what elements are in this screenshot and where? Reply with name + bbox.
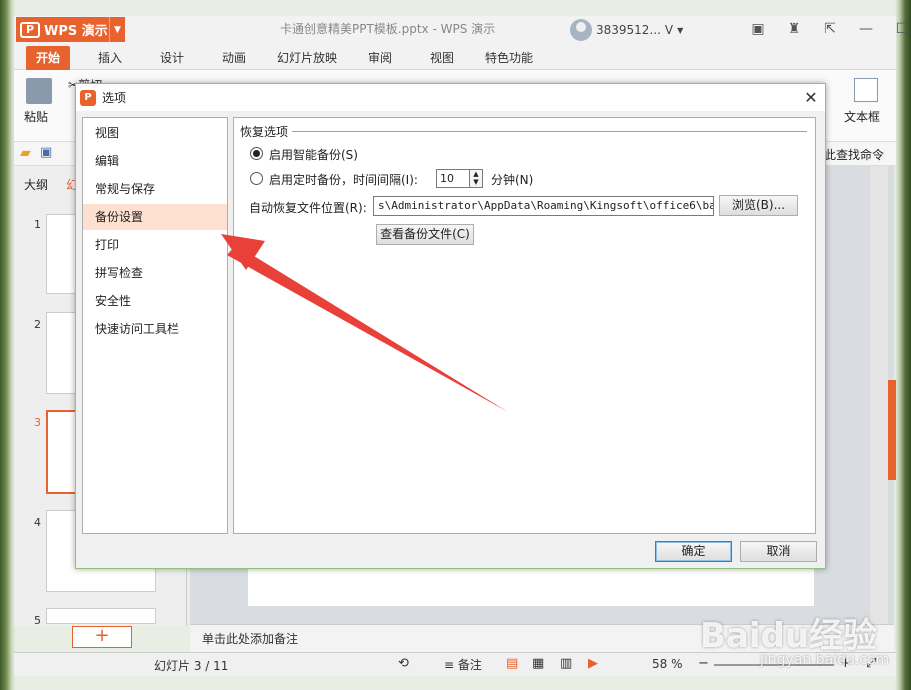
slide-number: 2 — [34, 318, 41, 331]
sorter-view-icon[interactable]: ▦ — [532, 656, 544, 671]
wps-menu-button[interactable]: P WPS 演示 ▼ — [16, 17, 125, 42]
nav-item-backup[interactable]: 备份设置 — [83, 204, 227, 230]
tab-home[interactable]: 开始 — [26, 46, 71, 70]
nav-item-spellcheck[interactable]: 拼写检查 — [83, 260, 227, 286]
textbox-label[interactable]: 文本框 — [844, 108, 880, 125]
chevron-down-icon[interactable]: ▼ — [677, 26, 683, 35]
user-account[interactable]: 3839512... V ▼ — [570, 18, 683, 42]
tab-special[interactable]: 特色功能 — [485, 46, 533, 70]
tab-review[interactable]: 审阅 — [368, 46, 392, 70]
skin-icon[interactable]: ▣ — [740, 16, 776, 42]
slide-number: 5 — [34, 614, 41, 627]
baidu-watermark-logo: Baidu经验 — [700, 616, 878, 656]
nav-item-view[interactable]: 视图 — [83, 120, 227, 146]
textbox-icon[interactable] — [854, 78, 878, 102]
window-controls: ▣ ♜ ⇱ — ☐ ✕ — [740, 16, 911, 42]
tab-slideshow[interactable]: 幻灯片放映 — [277, 46, 337, 70]
slide-number: 4 — [34, 516, 41, 529]
dialog-title: 选项 — [102, 91, 127, 105]
interval-stepper[interactable]: ▲ ▼ — [469, 169, 483, 188]
nav-item-security[interactable]: 安全性 — [83, 288, 227, 314]
tab-view[interactable]: 视图 — [430, 46, 454, 70]
dialog-close-icon[interactable]: ✕ — [798, 85, 824, 109]
browse-button[interactable]: 浏览(B)... — [719, 195, 798, 216]
cancel-button[interactable]: 取消 — [740, 541, 817, 562]
tab-outline[interactable]: 大纲 — [24, 176, 48, 193]
notes-placeholder: 单击此处添加备注 — [202, 632, 299, 646]
open-icon[interactable]: ▰ — [20, 145, 31, 161]
smart-backup-radio[interactable] — [250, 147, 263, 160]
document-title: 卡通创意精美PPT模板.pptx - WPS 演示 — [280, 22, 496, 36]
notes-icon: ≡ — [444, 658, 458, 672]
tab-design[interactable]: 设计 — [160, 46, 184, 70]
dialog-title-bar: P 选项 — [76, 84, 825, 111]
user-name: 3839512... — [596, 23, 661, 37]
timed-backup-label[interactable]: 启用定时备份，时间间隔(I): — [269, 171, 418, 188]
timed-backup-radio[interactable] — [250, 172, 263, 185]
nav-item-general-save[interactable]: 常规与保存 — [83, 176, 227, 202]
play-icon[interactable]: ▶ — [588, 656, 598, 671]
panel-toggle-handle[interactable] — [888, 380, 896, 480]
nav-item-quick-access[interactable]: 快速访问工具栏 — [83, 316, 227, 342]
notes-toggle[interactable]: ≡ 备注 — [444, 656, 482, 673]
slide-info: 幻灯片 3 / 11 — [154, 659, 229, 673]
slide-thumbnail[interactable] — [46, 608, 156, 624]
minimize-icon[interactable]: — — [848, 16, 884, 42]
paste-label[interactable]: 粘贴 — [24, 108, 48, 125]
save-icon[interactable]: ▣ — [40, 145, 52, 160]
nav-item-print[interactable]: 打印 — [83, 232, 227, 258]
ok-button[interactable]: 确定 — [655, 541, 732, 562]
restore-ribbon-icon[interactable]: ⇱ — [812, 16, 848, 42]
maximize-icon[interactable]: ☐ — [884, 16, 911, 42]
chevron-down-icon[interactable]: ▼ — [109, 17, 125, 42]
ribbon-tab-bar: 开始 插入 设计 动画 幻灯片放映 审阅 视图 特色功能 — [14, 46, 896, 70]
tab-animation[interactable]: 动画 — [222, 46, 246, 70]
shirt-icon[interactable]: ♜ — [776, 16, 812, 42]
paste-icon[interactable] — [26, 78, 52, 104]
spin-up-icon[interactable]: ▲ — [470, 170, 482, 178]
tab-insert[interactable]: 插入 — [98, 46, 122, 70]
group-title: 恢复选项 — [240, 125, 289, 139]
autorecover-path-input[interactable]: s\Administrator\AppData\Roaming\Kingsoft… — [373, 196, 714, 216]
user-suffix: V — [664, 23, 674, 37]
zoom-out-icon[interactable]: − — [698, 656, 709, 671]
vertical-scrollbar[interactable] — [870, 166, 888, 624]
avatar — [570, 19, 592, 41]
wps-menu-label: WPS 演示 — [44, 24, 108, 39]
path-label: 自动恢复文件位置(R): — [249, 201, 367, 215]
wps-logo-icon: P — [20, 21, 40, 38]
group-divider — [292, 131, 807, 132]
find-command[interactable]: 此查找命令 — [824, 146, 884, 163]
options-nav-list: 视图 编辑 常规与保存 备份设置 打印 拼写检查 安全性 快速访问工具栏 — [82, 117, 228, 534]
add-slide-button[interactable]: + — [72, 626, 132, 648]
reading-view-icon[interactable]: ▥ — [560, 656, 572, 671]
history-icon[interactable]: ⟲ — [398, 656, 409, 671]
wps-logo-icon: P — [80, 89, 96, 106]
slide-number: 3 — [34, 416, 41, 429]
smart-backup-label[interactable]: 启用智能备份(S) — [269, 146, 358, 163]
normal-view-icon[interactable]: ▤ — [506, 656, 518, 671]
minutes-label: 分钟(N) — [491, 173, 534, 187]
view-backup-button[interactable]: 查看备份文件(C) — [376, 224, 474, 245]
notes-label: 备注 — [457, 658, 482, 672]
baidu-watermark-url: jingyan.baidu.com — [760, 652, 890, 668]
nav-item-edit[interactable]: 编辑 — [83, 148, 227, 174]
slide-number: 1 — [34, 218, 41, 231]
zoom-level[interactable]: 58 % — [652, 657, 683, 671]
spin-down-icon[interactable]: ▼ — [470, 178, 482, 186]
backup-interval-input[interactable]: 10 — [436, 169, 470, 188]
